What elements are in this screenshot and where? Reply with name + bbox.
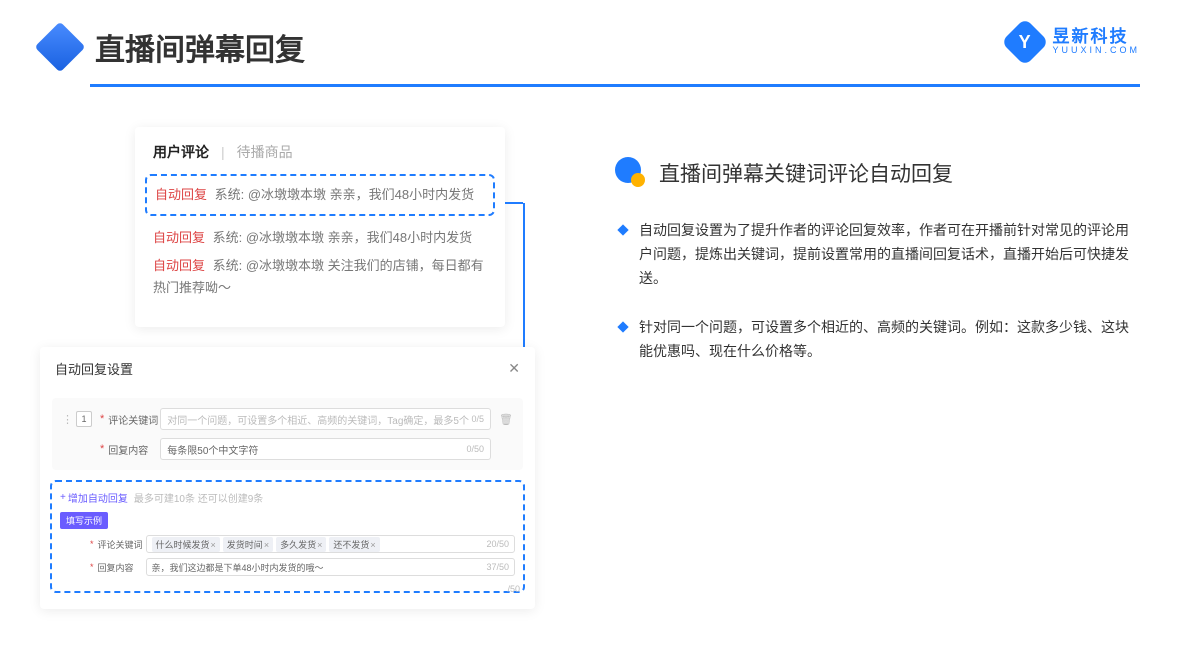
bullet-item: 针对同一个问题，可设置多个相近的、高频的关键词。例如：这款多少钱、这块能优惠吗、…	[619, 316, 1140, 364]
reply-value: 每条限50个中文字符	[167, 442, 258, 457]
comments-panel: 用户评论 | 待播商品 自动回复 系统: @冰墩墩本墩 亲亲，我们48小时内发货…	[135, 127, 505, 327]
diamond-icon	[617, 322, 628, 333]
brand-url: YUUXIN.COM	[1052, 46, 1140, 56]
ex-reply-input[interactable]: 亲，我们这边都是下单48小时内发货的哦～ 37/50	[146, 558, 515, 576]
tab-pending-goods[interactable]: 待播商品	[237, 142, 293, 162]
keyword-label: 评论关键词	[108, 412, 160, 427]
required-star: *	[90, 539, 94, 549]
description-column: 直播间弹幕关键词评论自动回复 自动回复设置为了提升作者的评论回复效率，作者可在开…	[570, 127, 1140, 609]
drag-handle-icon[interactable]: ⋮⋮	[62, 413, 76, 426]
settings-title: 自动回复设置	[55, 359, 133, 378]
required-star: *	[90, 562, 94, 572]
tab-user-comments[interactable]: 用户评论	[153, 142, 209, 162]
reply-input[interactable]: 每条限50个中文字符 0/50	[160, 438, 491, 460]
section-title: 直播间弹幕关键词评论自动回复	[659, 158, 953, 188]
page-title: 直播间弹幕回复	[95, 25, 305, 69]
ex-keyword-counter: 20/50	[486, 539, 509, 549]
add-auto-reply-link[interactable]: + 增加自动回复 最多可建10条 还可以创建9条	[60, 490, 515, 505]
form-area: ⋮⋮ 1 * 评论关键词 对同一个问题，可设置多个相近、高频的关键词，Tag确定…	[52, 398, 523, 470]
bullet-item: 自动回复设置为了提升作者的评论回复效率，作者可在开播前针对常见的评论用户问题，提…	[619, 219, 1140, 290]
keyword-counter: 0/5	[472, 414, 485, 424]
page-icon	[40, 27, 80, 67]
comment-text-2: 系统: @冰墩墩本墩 亲亲，我们48小时内发货	[213, 230, 473, 245]
brand-name: 昱新科技	[1052, 28, 1140, 47]
ex-keyword-label: 评论关键词	[98, 538, 146, 551]
panel-counter: /50	[507, 584, 520, 594]
connector-line	[505, 202, 523, 204]
ex-reply-label: 回复内容	[98, 561, 146, 574]
highlighted-comment: 自动回复 系统: @冰墩墩本墩 亲亲，我们48小时内发货	[145, 174, 495, 216]
bullet-text-1: 自动回复设置为了提升作者的评论回复效率，作者可在开播前针对常见的评论用户问题，提…	[639, 219, 1140, 290]
example-badge: 填写示例	[60, 512, 108, 529]
keyword-placeholder: 对同一个问题，可设置多个相近、高频的关键词，Tag确定，最多5个	[167, 412, 469, 427]
row-number: 1	[76, 411, 92, 427]
required-star: *	[100, 413, 104, 425]
bullet-text-2: 针对同一个问题，可设置多个相近的、高频的关键词。例如：这款多少钱、这块能优惠吗、…	[639, 316, 1140, 364]
brand-icon: Y	[1001, 18, 1049, 66]
chat-bubble-icon	[615, 157, 647, 189]
delete-icon[interactable]: 🗑	[499, 413, 513, 426]
screenshot-column: 用户评论 | 待播商品 自动回复 系统: @冰墩墩本墩 亲亲，我们48小时内发货…	[40, 127, 570, 609]
ex-reply-value: 亲，我们这边都是下单48小时内发货的哦～	[152, 561, 324, 574]
auto-reply-tag: 自动回复	[155, 187, 207, 202]
auto-reply-tag: 自动回复	[153, 230, 205, 245]
settings-panel: 自动回复设置 ✕ ⋮⋮ 1 * 评论关键词 对同一个问题，可设置多个相近、高频的…	[40, 347, 535, 609]
tag-chip[interactable]: 发货时间×	[223, 537, 273, 552]
tag-chip[interactable]: 什么时候发货×	[152, 537, 220, 552]
tag-chip[interactable]: 还不发货×	[329, 537, 379, 552]
required-star: *	[100, 443, 104, 455]
reply-label: 回复内容	[108, 442, 160, 457]
brand-logo: Y 昱新科技 YUUXIN.COM	[1008, 25, 1140, 59]
ex-keyword-input[interactable]: 什么时候发货× 发货时间× 多久发货× 还不发货× 20/50	[146, 535, 515, 553]
ex-reply-counter: 37/50	[486, 562, 509, 572]
comment-text-1: 系统: @冰墩墩本墩 亲亲，我们48小时内发货	[215, 187, 475, 202]
diamond-icon	[617, 224, 628, 235]
example-section: + 增加自动回复 最多可建10条 还可以创建9条 填写示例 * 评论关键词 什么…	[50, 480, 525, 593]
add-hint: 最多可建10条 还可以创建9条	[134, 490, 263, 505]
keyword-input[interactable]: 对同一个问题，可设置多个相近、高频的关键词，Tag确定，最多5个 0/5	[160, 408, 491, 430]
tab-separator: |	[221, 144, 225, 160]
reply-counter: 0/50	[467, 444, 485, 454]
close-icon[interactable]: ✕	[508, 360, 520, 377]
tag-chip[interactable]: 多久发货×	[276, 537, 326, 552]
plus-icon: +	[60, 492, 66, 503]
auto-reply-tag: 自动回复	[153, 258, 205, 273]
